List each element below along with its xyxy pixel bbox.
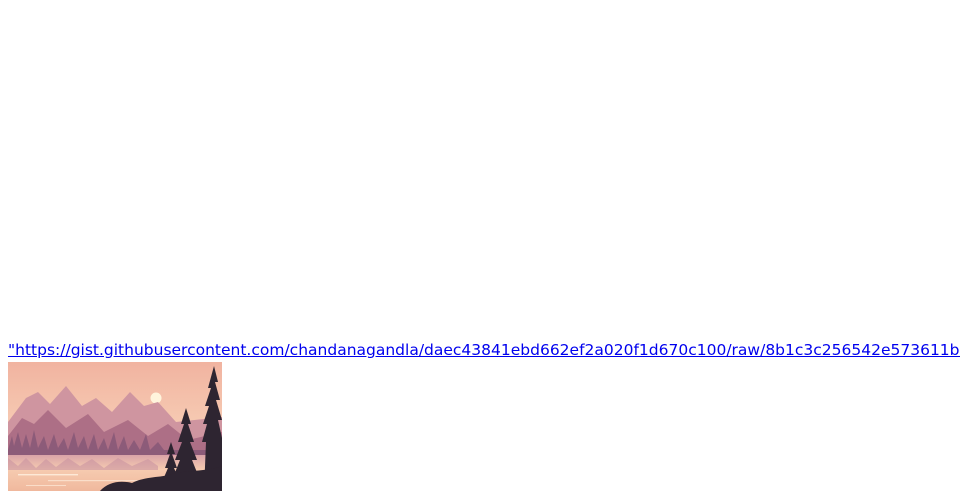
landscape-image <box>8 362 222 491</box>
url-link[interactable]: "https://gist.githubusercontent.com/chan… <box>8 340 960 362</box>
